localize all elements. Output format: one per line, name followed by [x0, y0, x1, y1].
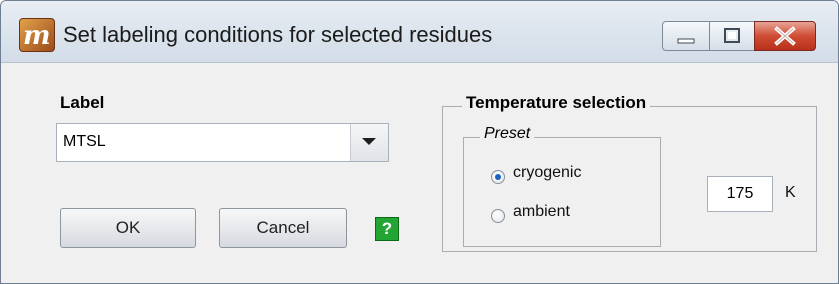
maximize-icon: [724, 28, 740, 43]
cancel-button[interactable]: Cancel: [219, 208, 347, 248]
dialog-window: m Set labeling conditions for selected r…: [0, 0, 839, 284]
minimize-button[interactable]: [662, 21, 710, 51]
temperature-input[interactable]: 175: [707, 176, 773, 212]
chevron-down-icon: [362, 138, 376, 145]
label-dropdown-value: MTSL: [63, 133, 106, 150]
temperature-unit: K: [785, 184, 796, 201]
cryogenic-label[interactable]: cryogenic: [513, 164, 581, 182]
title-bar[interactable]: m Set labeling conditions for selected r…: [1, 1, 838, 63]
help-icon[interactable]: ?: [375, 217, 399, 241]
preset-heading: Preset: [480, 125, 535, 143]
label-dropdown[interactable]: MTSL: [56, 123, 389, 162]
preset-group: [463, 137, 661, 247]
dialog-body: Label MTSL OK Cancel ? Temperature selec…: [1, 63, 838, 283]
maximize-button[interactable]: [709, 21, 755, 51]
app-icon[interactable]: m: [19, 18, 55, 52]
close-button[interactable]: [754, 21, 816, 51]
close-icon: [774, 26, 796, 46]
ambient-label[interactable]: ambient: [513, 203, 570, 221]
ambient-radio[interactable]: [491, 209, 505, 223]
label-heading: Label: [60, 93, 105, 112]
ok-button[interactable]: OK: [60, 208, 196, 248]
minimize-icon: [677, 38, 695, 44]
app-icon-letter: m: [23, 21, 51, 51]
window-title: Set labeling conditions for selected res…: [63, 22, 493, 47]
dropdown-arrow-button[interactable]: [350, 124, 388, 161]
temperature-heading: Temperature selection: [462, 93, 651, 113]
cryogenic-radio[interactable]: [491, 170, 505, 184]
